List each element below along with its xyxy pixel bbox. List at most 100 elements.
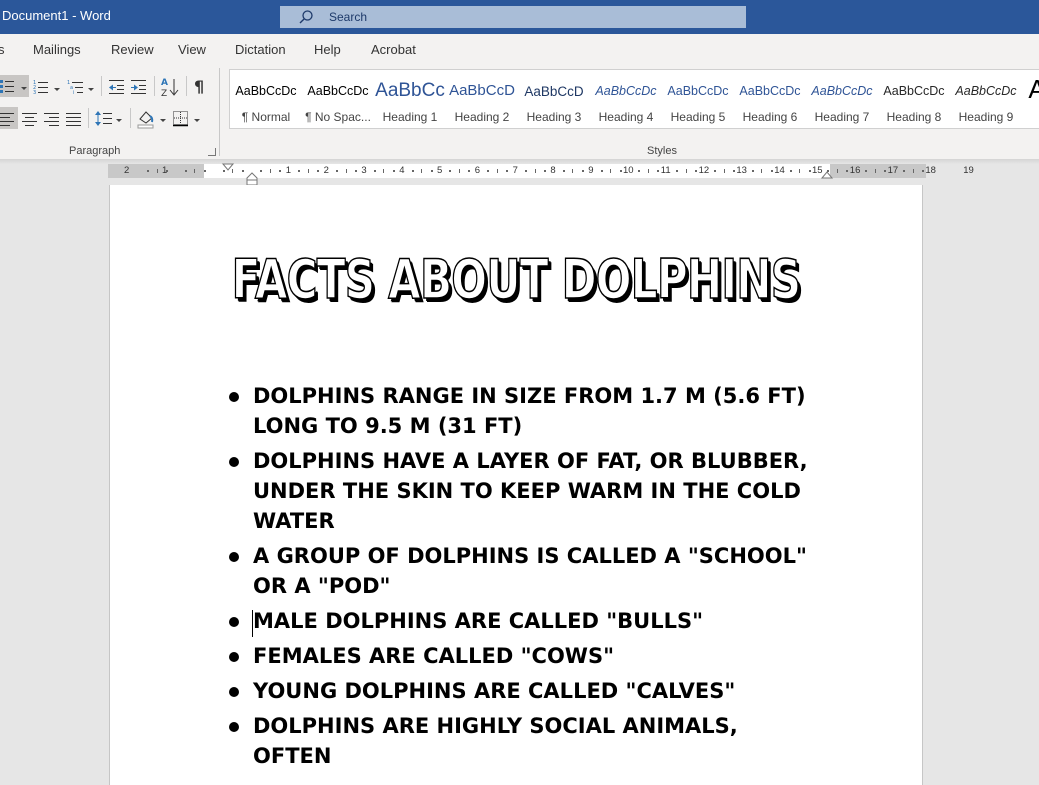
- list-item[interactable]: DOLPHINS HAVE A LAYER OF FAT, OR BLUBBER…: [228, 446, 818, 536]
- style-name: Heading 7: [814, 110, 870, 124]
- separator: [88, 108, 89, 128]
- increase-indent-icon: [131, 80, 146, 94]
- search-box[interactable]: Search: [280, 6, 746, 28]
- ruler-number: 4: [399, 165, 405, 176]
- ribbon: 123 1ai AZ ¶ Paragraph AaBbCcDc ¶ Normal…: [0, 64, 1039, 164]
- ruler-tick: [525, 170, 527, 172]
- hanging-indent-marker[interactable]: [246, 172, 258, 186]
- style-heading-2[interactable]: AaBbCcD Heading 2: [446, 70, 518, 128]
- style-preview: AaBbCcDc: [811, 84, 873, 98]
- line-spacing-button[interactable]: [93, 107, 123, 129]
- align-left-button[interactable]: [0, 107, 18, 129]
- style-heading-4[interactable]: AaBbCcDc Heading 4: [590, 70, 662, 128]
- align-right-icon: [44, 113, 59, 126]
- tab-view[interactable]: View: [178, 42, 206, 57]
- style-heading-8[interactable]: AaBbCcDc Heading 8: [878, 70, 950, 128]
- list-item[interactable]: MALE DOLPHINS ARE CALLED "BULLS": [228, 606, 818, 636]
- ruler-tick: [695, 170, 697, 172]
- style-no-spacing[interactable]: AaBbCcDc ¶ No Spac...: [302, 70, 374, 128]
- align-right-button[interactable]: [42, 107, 62, 129]
- style-heading-7[interactable]: AaBbCcDc Heading 7: [806, 70, 878, 128]
- style-heading-5[interactable]: AaBbCcDc Heading 5: [662, 70, 734, 128]
- ribbon-tabs: s Mailings Review View Dictation Help Ac…: [0, 34, 1039, 64]
- bullet-icon: [229, 457, 239, 467]
- borders-button[interactable]: [170, 107, 202, 129]
- style-normal[interactable]: AaBbCcDc ¶ Normal: [230, 70, 302, 128]
- tab-mailings[interactable]: Mailings: [33, 42, 81, 57]
- bullets-icon: [0, 80, 27, 93]
- ruler-tick: [771, 170, 773, 172]
- align-center-button[interactable]: [20, 107, 40, 129]
- line-spacing-icon: [95, 111, 122, 126]
- list-item[interactable]: DOLPHINS ARE HIGHLY SOCIAL ANIMALS, OFTE…: [228, 711, 818, 771]
- style-heading-6[interactable]: AaBbCcDc Heading 6: [734, 70, 806, 128]
- search-icon: [299, 10, 313, 24]
- bullet-icon: [229, 652, 239, 662]
- svg-text:Z: Z: [161, 89, 167, 97]
- style-name: Heading 9: [958, 110, 1014, 124]
- ruler-tick: [421, 169, 422, 173]
- ruler-tick: [610, 169, 611, 173]
- ruler-tick: [913, 169, 914, 173]
- bullets-button[interactable]: [0, 75, 29, 97]
- ruler-tick: [468, 170, 470, 172]
- ruler-tick: [242, 170, 244, 172]
- style-heading-9[interactable]: AaBbCcDc Heading 9: [950, 70, 1022, 128]
- document-page[interactable]: FACTS ABOUT DOLPHINS DOLPHINS RANGE IN S…: [109, 185, 923, 785]
- borders-icon: [173, 111, 200, 127]
- paragraph-dialog-launcher-icon[interactable]: [208, 148, 216, 156]
- shading-button[interactable]: [136, 107, 168, 129]
- justify-button[interactable]: [64, 107, 84, 129]
- ruler-tick: [279, 170, 281, 172]
- multilevel-list-button[interactable]: 1ai: [65, 75, 95, 97]
- numbering-button[interactable]: 123: [31, 75, 61, 97]
- list-item[interactable]: YOUNG DOLPHINS ARE CALLED "CALVES": [228, 676, 818, 706]
- ruler-tick: [922, 170, 924, 172]
- ruler-tick: [393, 170, 395, 172]
- sort-button[interactable]: AZ: [159, 75, 181, 97]
- ruler-tick: [724, 169, 725, 173]
- ruler-tick: [761, 169, 762, 173]
- svg-text:3: 3: [33, 90, 36, 96]
- list-item[interactable]: A GROUP OF DOLPHINS IS CALLED A "SCHOOL"…: [228, 541, 818, 601]
- increase-indent-button[interactable]: [129, 75, 149, 97]
- ruler-number: 16: [849, 165, 861, 176]
- ruler-tick: [336, 170, 338, 172]
- ruler-tick: [497, 169, 498, 173]
- ruler-tick: [563, 170, 565, 172]
- style-heading-3[interactable]: AaBbCcD Heading 3: [518, 70, 590, 128]
- tab-acrobat[interactable]: Acrobat: [371, 42, 416, 57]
- ruler-tick: [308, 169, 309, 173]
- horizontal-ruler[interactable]: 2 1 1 2 3 4 5 6 7 8 9 10 11 12 13 14 15 16 17 18 19: [108, 163, 974, 186]
- style-name: Heading 5: [670, 110, 726, 124]
- style-preview: AaBbCcDc: [667, 84, 729, 98]
- bullet-icon: [229, 552, 239, 562]
- tab-review[interactable]: Review: [111, 42, 154, 57]
- ruler-number: 14: [774, 165, 785, 176]
- style-preview: AaBbCc: [375, 80, 445, 101]
- style-title[interactable]: A: [1022, 70, 1039, 128]
- paragraph-group-label: Paragraph: [69, 145, 121, 157]
- ruler-tick: [194, 169, 195, 173]
- separator: [101, 76, 102, 96]
- ruler-tick: [752, 170, 754, 172]
- list-item[interactable]: FEMALES ARE CALLED "COWS": [228, 641, 818, 671]
- decrease-indent-button[interactable]: [107, 75, 127, 97]
- ruler-number: 12: [698, 165, 710, 176]
- styles-gallery: AaBbCcDc ¶ Normal AaBbCcDc ¶ No Spac... Aa…: [229, 69, 1039, 129]
- list-item-text: DOLPHINS ARE HIGHLY SOCIAL ANIMALS, OFTE…: [253, 714, 738, 768]
- ruler-tick: [232, 169, 233, 173]
- list-item-text: DOLPHINS RANGE IN SIZE FROM 1.7 M (5.6 F…: [253, 384, 806, 438]
- style-preview: AaBbCcD: [524, 84, 584, 99]
- tab-dictation[interactable]: Dictation: [235, 42, 286, 57]
- tab-help[interactable]: Help: [314, 42, 341, 57]
- ruler-tick: [298, 170, 300, 172]
- align-center-icon: [22, 113, 37, 126]
- tab-references[interactable]: s: [0, 42, 5, 57]
- style-heading-1[interactable]: AaBbCc Heading 1: [374, 70, 446, 128]
- show-formatting-marks-button[interactable]: ¶: [191, 75, 211, 97]
- ruler-number: 6: [474, 165, 481, 176]
- list-item[interactable]: DOLPHINS RANGE IN SIZE FROM 1.7 M (5.6 F…: [228, 381, 818, 441]
- ruler-tick: [846, 170, 848, 172]
- ruler-number: 3: [361, 165, 367, 176]
